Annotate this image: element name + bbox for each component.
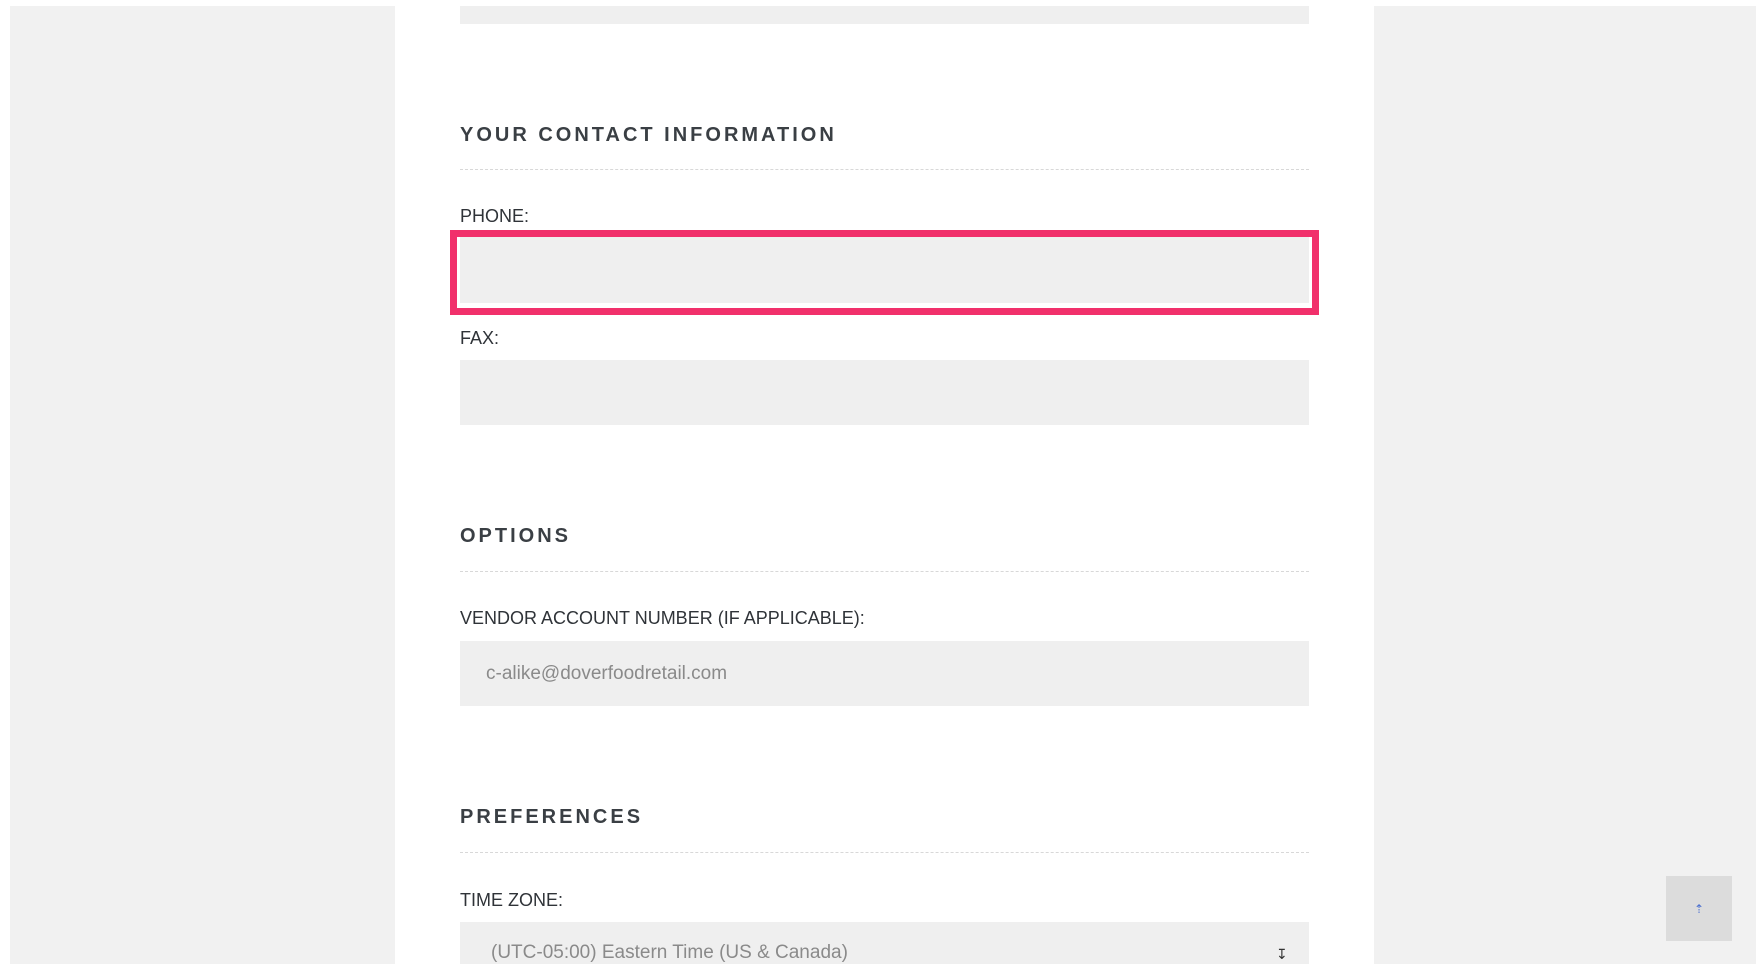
phone-label: PHONE:	[460, 206, 530, 226]
time-zone-select[interactable]: (UTC-05:00) Eastern Time (US & Canada)	[460, 922, 1309, 964]
preferences-section-title: PREFERENCES	[460, 806, 644, 828]
select-arrow-icon: ↧	[1276, 946, 1288, 962]
preferences-section-divider	[460, 852, 1309, 853]
vendor-account-field[interactable]	[460, 641, 1309, 706]
time-zone-value: (UTC-05:00) Eastern Time (US & Canada)	[491, 942, 848, 963]
arrow-up-icon: ⇡	[1693, 901, 1705, 916]
time-zone-label: TIME ZONE:	[460, 890, 563, 910]
scroll-to-top-button[interactable]: ⇡	[1666, 876, 1732, 941]
fax-label: FAX:	[460, 328, 500, 348]
fax-field[interactable]	[460, 360, 1309, 425]
vendor-account-label: VENDOR ACCOUNT NUMBER (IF APPLICABLE):	[460, 608, 865, 628]
contact-section-divider	[460, 169, 1309, 170]
phone-field-highlight	[450, 230, 1319, 315]
previous-field[interactable]	[460, 6, 1309, 24]
contact-section-title: YOUR CONTACT INFORMATION	[460, 124, 837, 146]
options-section-title: OPTIONS	[460, 525, 572, 547]
options-section-divider	[460, 571, 1309, 572]
